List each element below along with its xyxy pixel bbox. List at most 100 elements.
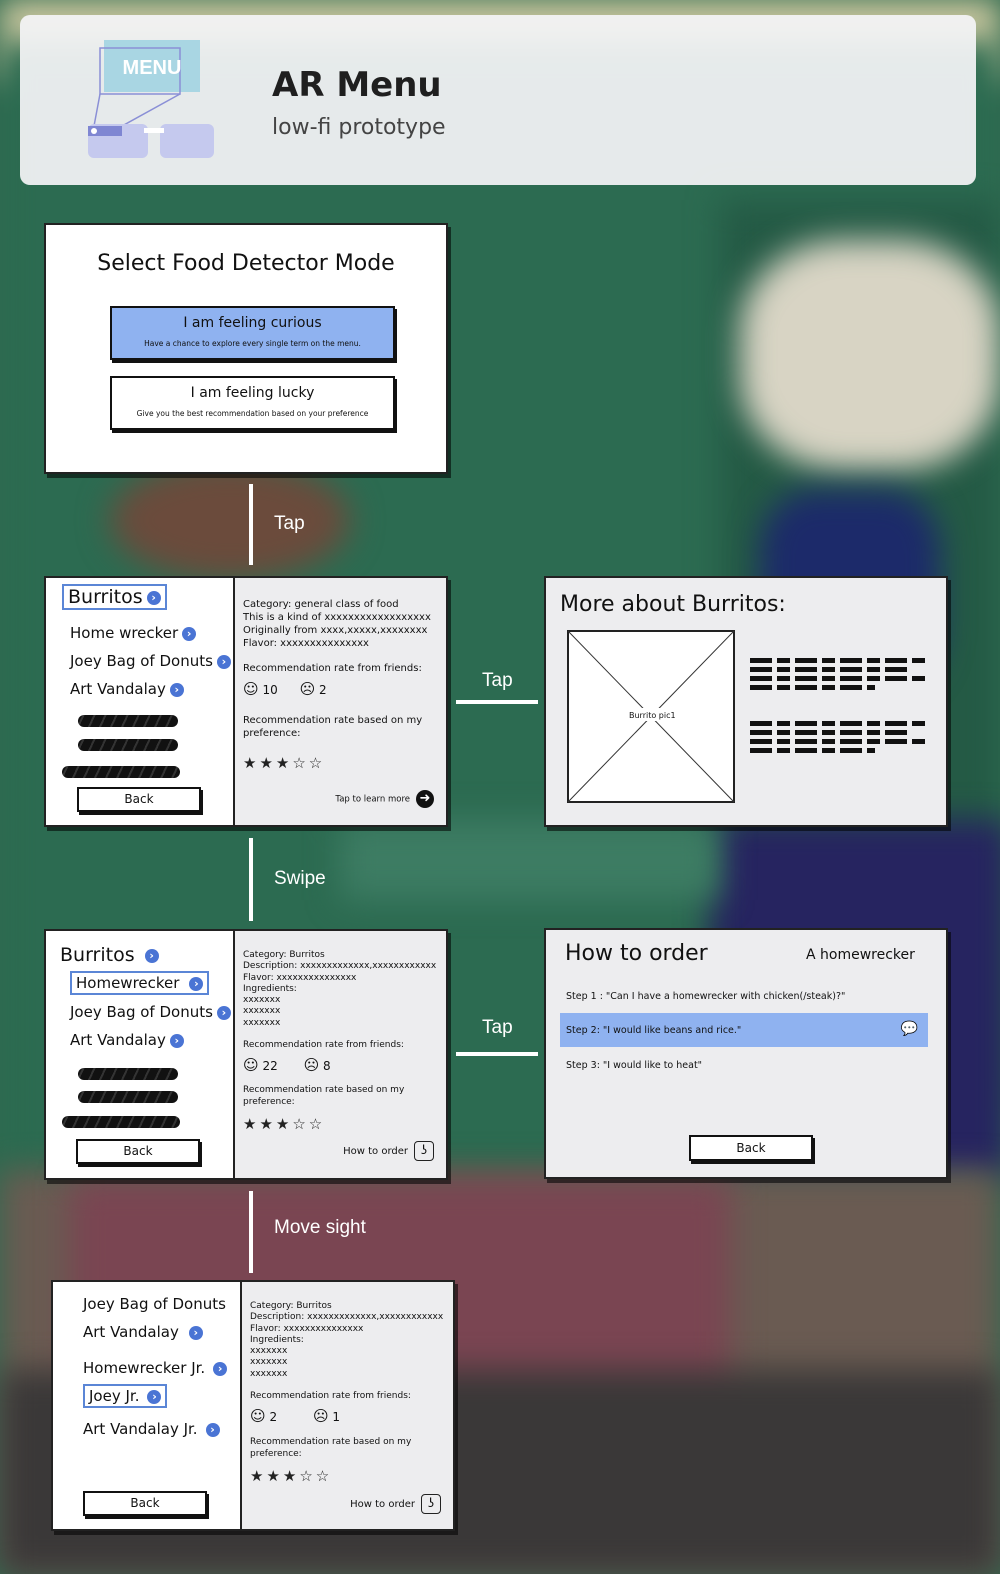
screen-more-about: More about Burritos: Burrito pic1: [544, 576, 948, 827]
lucky-mode-button[interactable]: I am feeling lucky Give you the best rec…: [110, 376, 395, 430]
chevron-right-icon: ›: [216, 1005, 231, 1020]
menu-item-joey-bag[interactable]: Joey Bag of Donuts ›: [70, 652, 231, 670]
logo-text: MENU: [123, 57, 182, 79]
curious-mode-button[interactable]: I am feeling curious Have a chance to ex…: [110, 306, 395, 360]
screen-how-to-order: How to order A homewrecker Step 1 : "Can…: [544, 928, 948, 1179]
frown-icon: ☹: [299, 680, 316, 698]
tap-label: Tap: [274, 513, 305, 534]
chevron-right-icon: ›: [182, 626, 197, 641]
frown-icon: ☹: [303, 1056, 320, 1074]
menu-item-homewrecker[interactable]: Home wrecker ›: [70, 624, 197, 642]
frown-icon: ☹: [312, 1407, 329, 1425]
menu-item-joey-bag[interactable]: Joey Bag of Donuts: [83, 1295, 226, 1313]
detail-text: Category: general class of food This is …: [243, 599, 431, 649]
flow-line: [249, 838, 253, 921]
smile-icon: ☺: [243, 1056, 259, 1074]
menu-item-homewrecker-jr[interactable]: Homewrecker Jr. ›: [83, 1359, 228, 1377]
order-step-3[interactable]: Step 3: "I would like to heat": [566, 1060, 702, 1071]
placeholder-text-block: [750, 721, 928, 757]
rec-friends-label: Recommendation rate from friends:: [243, 663, 422, 674]
ear-icon: ʖ: [421, 1494, 441, 1514]
chevron-right-icon: ›: [144, 948, 159, 963]
scribble-placeholder: [62, 766, 180, 778]
menu-item-burritos[interactable]: Burritos ›: [62, 584, 167, 610]
tap-label: Tap: [482, 1017, 513, 1038]
placeholder-text-block: [750, 658, 928, 694]
ear-icon: ʖ: [414, 1141, 434, 1161]
back-button[interactable]: Back: [83, 1491, 207, 1516]
flow-line: [456, 700, 538, 704]
screen-joey-jr-detail: Joey Bag of Donuts Art Vandalay › Homewre…: [51, 1280, 455, 1531]
arrow-right-circle-icon: ➜: [416, 790, 434, 808]
how-to-order-title: How to order: [565, 941, 708, 966]
lucky-sub: Give you the best recommendation based o…: [136, 409, 369, 418]
rec-friends-label: Recommendation rate from friends:: [243, 1040, 404, 1050]
chevron-right-icon: ›: [216, 654, 231, 669]
screen-burritos-category: Burritos › Home wrecker › Joey Bag of Donu…: [44, 576, 448, 827]
ar-glasses-icon: MENU: [88, 40, 214, 158]
menu-item-art-vandalay[interactable]: Art Vandalay ›: [83, 1323, 203, 1341]
back-button[interactable]: Back: [77, 787, 201, 812]
smile-icon: ☺: [243, 680, 259, 698]
menu-item-joey-jr[interactable]: Joey Jr. ›: [83, 1384, 168, 1408]
screen-select-mode: Select Food Detector Mode I am feeling c…: [44, 223, 448, 474]
order-step-2-highlight[interactable]: Step 2: "I would like beans and rice." 💬: [560, 1013, 928, 1047]
menu-item-burritos[interactable]: Burritos ›: [60, 944, 159, 966]
friend-votes: ☺ 22 ☹ 8: [243, 1056, 331, 1074]
page-subtitle: low-fi prototype: [272, 115, 446, 140]
page-title: AR Menu: [272, 65, 442, 105]
screen-homewrecker-detail: Burritos › Homewrecker › Joey Bag of Donut…: [44, 929, 448, 1180]
menu-item-art-vandalay-jr[interactable]: Art Vandalay Jr. ›: [83, 1420, 220, 1438]
star-rating: ★★★☆☆: [243, 754, 326, 772]
scribble-placeholder: [78, 715, 178, 727]
move-sight-label: Move sight: [274, 1217, 366, 1238]
flow-line: [456, 1052, 538, 1056]
back-button[interactable]: Back: [689, 1135, 813, 1161]
order-step-2: Step 2: "I would like beans and rice.": [566, 1025, 742, 1036]
scribble-placeholder: [78, 1068, 178, 1080]
menu-item-art-vandalay[interactable]: Art Vandalay ›: [70, 680, 184, 698]
flow-line: [249, 484, 253, 565]
speech-bubble-icon: 💬: [900, 1021, 918, 1037]
chevron-right-icon: ›: [169, 1033, 184, 1048]
curious-sub: Have a chance to explore every single te…: [144, 339, 361, 348]
detail-text: Category: Burritos Description: xxxxxxxx…: [243, 950, 437, 1028]
rec-pref-label: Recommendation rate based on my preferen…: [250, 1437, 412, 1459]
image-label: Burrito pic1: [629, 711, 676, 720]
order-step-1[interactable]: Step 1 : "Can I have a homewrecker with …: [566, 991, 845, 1002]
rec-friends-label: Recommendation rate from friends:: [250, 1391, 411, 1401]
curious-label: I am feeling curious: [183, 315, 322, 331]
scribble-placeholder: [62, 1116, 180, 1128]
detail-pane: Category: Burritos Description: xxxxxxxx…: [235, 931, 446, 1178]
menu-item-art-vandalay[interactable]: Art Vandalay ›: [70, 1031, 184, 1049]
scribble-placeholder: [78, 1091, 178, 1103]
friend-votes: ☺ 2 ☹ 1: [250, 1407, 341, 1425]
star-rating: ★★★☆☆: [243, 1115, 326, 1133]
swipe-label: Swipe: [274, 868, 326, 889]
chevron-right-icon: ›: [205, 1422, 220, 1437]
menu-item-homewrecker[interactable]: Homewrecker ›: [70, 971, 210, 995]
star-rating: ★★★☆☆: [250, 1467, 333, 1485]
back-button[interactable]: Back: [76, 1139, 200, 1164]
chevron-right-icon: ›: [147, 1389, 162, 1404]
flow-line: [249, 1191, 253, 1273]
smile-icon: ☺: [250, 1407, 266, 1425]
more-about-title: More about Burritos:: [560, 592, 786, 617]
friend-votes: ☺ 10 ☹ 2: [243, 680, 327, 698]
mode-title: Select Food Detector Mode: [97, 251, 395, 276]
learn-more-link[interactable]: Tap to learn more ➜: [335, 790, 434, 808]
tap-label: Tap: [482, 670, 513, 691]
menu-item-joey-bag[interactable]: Joey Bag of Donuts ›: [70, 1003, 231, 1021]
scribble-placeholder: [78, 739, 178, 751]
chevron-right-icon: ›: [189, 976, 204, 991]
header-card: MENU AR Menu low-fi prototype: [20, 15, 976, 185]
rec-pref-label: Recommendation rate based on my preferen…: [243, 1085, 405, 1107]
detail-pane: Category: Burritos Description: xxxxxxxx…: [242, 1282, 453, 1529]
chevron-right-icon: ›: [169, 682, 184, 697]
chevron-right-icon: ›: [146, 590, 161, 605]
detail-pane: Category: general class of food This is …: [235, 578, 446, 825]
how-to-order-link[interactable]: How to order ʖ: [343, 1141, 434, 1161]
how-to-order-link[interactable]: How to order ʖ: [350, 1494, 441, 1514]
lucky-label: I am feeling lucky: [190, 385, 315, 401]
detail-text: Category: Burritos Description: xxxxxxxx…: [250, 1301, 444, 1379]
